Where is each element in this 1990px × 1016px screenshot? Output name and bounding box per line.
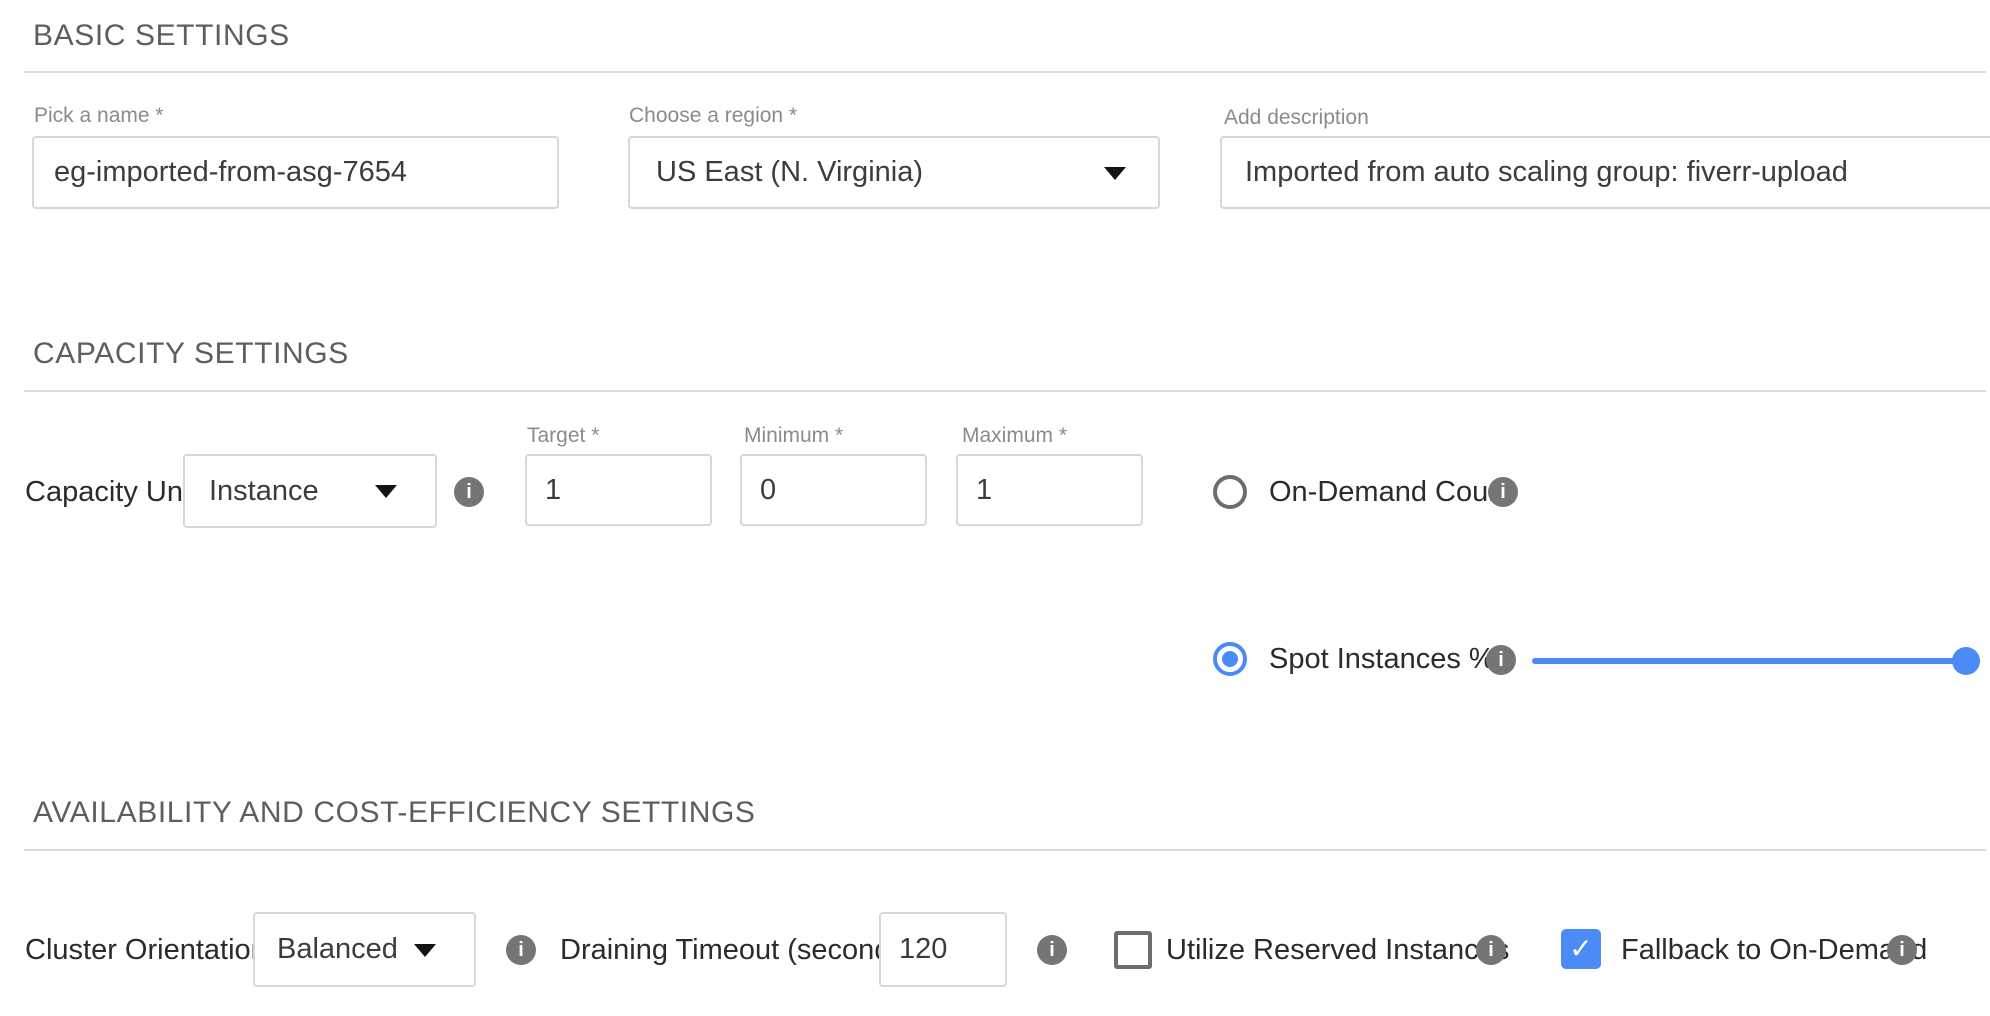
draining-timeout-info-icon[interactable]: i <box>1037 935 1067 965</box>
basic-settings-title: BASIC SETTINGS <box>33 18 290 54</box>
spot-instances-radio[interactable] <box>1213 642 1247 676</box>
capacity-unit-select[interactable]: Instance <box>183 454 437 528</box>
check-icon: ✓ <box>1569 935 1592 963</box>
cluster-orientation-select[interactable]: Balanced <box>253 912 476 987</box>
fallback-to-on-demand-label: Fallback to On-Demand <box>1621 933 1927 967</box>
radio-dot <box>1222 651 1238 667</box>
fallback-to-on-demand-checkbox[interactable]: ✓ <box>1561 929 1601 969</box>
spot-instances-info-icon[interactable]: i <box>1486 645 1516 675</box>
target-input[interactable] <box>525 454 712 526</box>
basic-settings-divider <box>24 71 1986 73</box>
description-input[interactable] <box>1220 136 1990 209</box>
draining-timeout-input[interactable] <box>879 912 1007 987</box>
on-demand-count-info-icon[interactable]: i <box>1488 477 1518 507</box>
maximum-label: Maximum * <box>962 423 1067 449</box>
chevron-down-icon <box>414 944 436 957</box>
capacity-unit-info-icon[interactable]: i <box>454 477 484 507</box>
name-label: Pick a name * <box>34 103 164 129</box>
spot-percentage-slider[interactable] <box>1532 658 1966 664</box>
maximum-input[interactable] <box>956 454 1143 526</box>
minimum-input[interactable] <box>740 454 927 526</box>
name-input[interactable] <box>32 136 559 209</box>
minimum-label: Minimum * <box>744 423 843 449</box>
region-select-value: US East (N. Virginia) <box>630 156 923 189</box>
settings-form: BASIC SETTINGS Pick a name * Choose a re… <box>0 0 1990 1016</box>
capacity-unit-select-value: Instance <box>185 475 319 508</box>
region-select[interactable]: US East (N. Virginia) <box>628 136 1160 209</box>
spot-percentage-slider-thumb[interactable] <box>1952 647 1980 675</box>
utilize-reserved-instances-checkbox[interactable]: ✓ <box>1114 931 1152 969</box>
capacity-settings-divider <box>24 390 1986 392</box>
cluster-orientation-info-icon[interactable]: i <box>506 935 536 965</box>
on-demand-count-label: On-Demand Count <box>1269 475 1512 509</box>
fallback-to-on-demand-info-icon[interactable]: i <box>1887 935 1917 965</box>
utilize-reserved-instances-info-icon[interactable]: i <box>1476 935 1506 965</box>
availability-settings-title: AVAILABILITY AND COST-EFFICIENCY SETTING… <box>33 795 756 831</box>
capacity-unit-label: Capacity Unit <box>25 475 197 509</box>
draining-timeout-label: Draining Timeout (seconds) <box>560 933 915 967</box>
chevron-down-icon <box>1104 167 1126 180</box>
capacity-settings-title: CAPACITY SETTINGS <box>33 336 349 372</box>
spot-instances-label: Spot Instances % <box>1269 642 1495 676</box>
cluster-orientation-label: Cluster Orientation <box>25 933 267 967</box>
on-demand-count-radio[interactable] <box>1213 475 1247 509</box>
availability-settings-divider <box>24 849 1986 851</box>
target-label: Target * <box>527 423 599 449</box>
cluster-orientation-select-value: Balanced <box>255 933 398 966</box>
utilize-reserved-instances-label: Utilize Reserved Instances <box>1166 933 1509 967</box>
region-label: Choose a region * <box>629 103 797 129</box>
chevron-down-icon <box>375 485 397 498</box>
description-label: Add description <box>1224 105 1369 131</box>
